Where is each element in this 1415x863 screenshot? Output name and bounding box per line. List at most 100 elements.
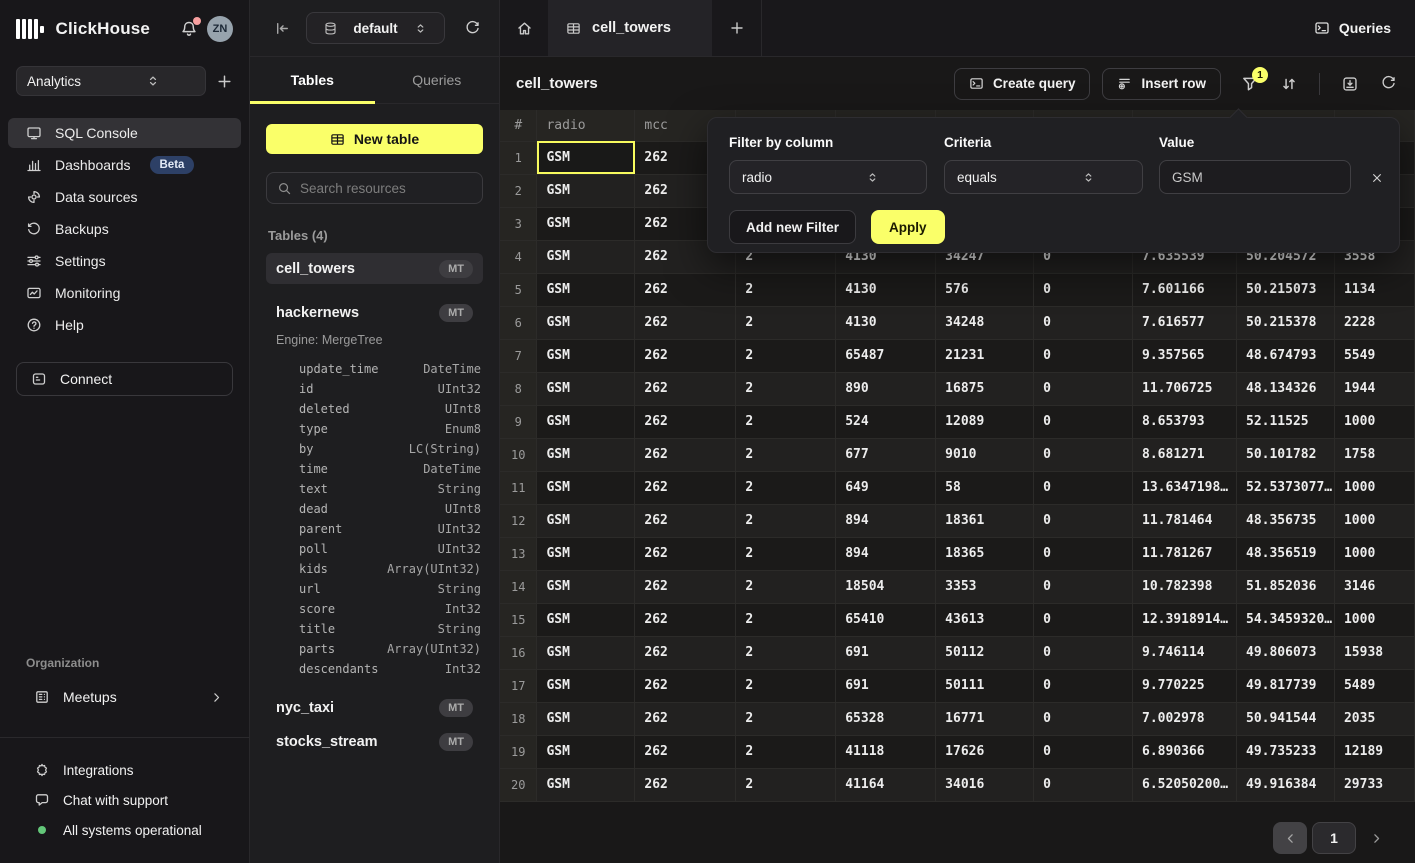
table-cell[interactable]: 9010 xyxy=(936,438,1034,471)
table-cell[interactable]: 50.215378 xyxy=(1237,306,1335,339)
prev-page-button[interactable] xyxy=(1273,822,1307,854)
table-cell[interactable]: 262 xyxy=(635,471,736,504)
table-cell[interactable]: 2 xyxy=(736,702,836,735)
table-cell[interactable]: 7.616577 xyxy=(1133,306,1237,339)
table-cell[interactable]: 65328 xyxy=(836,702,936,735)
table-cell[interactable]: 0 xyxy=(1034,273,1133,306)
table-cell[interactable]: 0 xyxy=(1034,438,1133,471)
table-cell[interactable]: 0 xyxy=(1034,603,1133,636)
database-selector[interactable]: default xyxy=(306,12,445,44)
table-cell[interactable]: 9.357565 xyxy=(1133,339,1237,372)
selected-cell[interactable]: GSM xyxy=(537,141,635,174)
table-cell[interactable]: 2035 xyxy=(1334,702,1414,735)
notifications-bell-icon[interactable] xyxy=(180,20,198,38)
table-cell[interactable]: 0 xyxy=(1034,702,1133,735)
table-cell[interactable]: 2 xyxy=(736,372,836,405)
sidebar-item-meetups[interactable]: Meetups xyxy=(16,682,233,712)
table-cell[interactable]: 13.6347198… xyxy=(1133,471,1237,504)
table-cell[interactable]: GSM xyxy=(537,768,635,801)
user-avatar[interactable]: ZN xyxy=(207,16,233,42)
table-cell[interactable]: 262 xyxy=(635,570,736,603)
table-cell[interactable]: GSM xyxy=(537,636,635,669)
table-cell[interactable]: 262 xyxy=(635,735,736,768)
tab-cell-towers[interactable]: cell_towers xyxy=(548,0,712,56)
table-cell[interactable]: 52.11525 xyxy=(1237,405,1335,438)
table-cell[interactable]: 0 xyxy=(1034,471,1133,504)
table-cell[interactable]: 49.817739 xyxy=(1237,669,1335,702)
table-item-cell-towers[interactable]: cell_towers MT xyxy=(266,253,483,284)
table-cell[interactable]: 1000 xyxy=(1334,405,1414,438)
table-cell[interactable]: 262 xyxy=(635,438,736,471)
table-cell[interactable]: 262 xyxy=(635,405,736,438)
table-cell[interactable]: 0 xyxy=(1034,636,1133,669)
table-cell[interactable]: 1000 xyxy=(1334,603,1414,636)
table-cell[interactable]: GSM xyxy=(537,240,635,273)
table-cell[interactable]: 18504 xyxy=(836,570,936,603)
next-page-button[interactable] xyxy=(1361,822,1391,854)
table-cell[interactable]: 48.356735 xyxy=(1237,504,1335,537)
table-cell[interactable]: 29733 xyxy=(1334,768,1414,801)
table-cell[interactable]: 2 xyxy=(736,603,836,636)
table-cell[interactable]: 2 xyxy=(736,471,836,504)
sidebar-item-dashboards[interactable]: DashboardsBeta xyxy=(8,150,241,180)
sort-icon[interactable] xyxy=(1280,75,1298,93)
table-cell[interactable]: 7.002978 xyxy=(1133,702,1237,735)
filter-value-input[interactable] xyxy=(1159,160,1351,194)
table-cell[interactable]: 54.3459320… xyxy=(1237,603,1335,636)
table-cell[interactable]: 576 xyxy=(936,273,1034,306)
table-cell[interactable]: 1000 xyxy=(1334,537,1414,570)
table-cell[interactable]: 10.782398 xyxy=(1133,570,1237,603)
tab-tables[interactable]: Tables xyxy=(250,57,375,103)
table-cell[interactable]: GSM xyxy=(537,504,635,537)
table-cell[interactable]: 1944 xyxy=(1334,372,1414,405)
table-cell[interactable]: 691 xyxy=(836,669,936,702)
table-cell[interactable]: 3353 xyxy=(936,570,1034,603)
close-icon[interactable] xyxy=(1366,167,1388,189)
table-cell[interactable]: 2 xyxy=(736,273,836,306)
table-cell[interactable]: 52.5373077… xyxy=(1237,471,1335,504)
table-cell[interactable]: GSM xyxy=(537,471,635,504)
table-cell[interactable]: GSM xyxy=(537,372,635,405)
sidebar-item-chat-support[interactable]: Chat with support xyxy=(16,788,233,812)
table-cell[interactable]: 894 xyxy=(836,537,936,570)
table-cell[interactable]: 34248 xyxy=(936,306,1034,339)
table-cell[interactable]: 9.746114 xyxy=(1133,636,1237,669)
table-cell[interactable]: 262 xyxy=(635,306,736,339)
table-cell[interactable]: 21231 xyxy=(936,339,1034,372)
table-cell[interactable]: 894 xyxy=(836,504,936,537)
connect-button[interactable]: Connect xyxy=(16,362,233,396)
table-cell[interactable]: 41118 xyxy=(836,735,936,768)
table-cell[interactable]: 49.916384 xyxy=(1237,768,1335,801)
table-cell[interactable]: 6.890366 xyxy=(1133,735,1237,768)
table-cell[interactable]: 0 xyxy=(1034,570,1133,603)
table-cell[interactable]: 7.601166 xyxy=(1133,273,1237,306)
table-cell[interactable]: 1134 xyxy=(1334,273,1414,306)
table-item-hackernews[interactable]: hackernews MT xyxy=(266,297,483,328)
home-icon[interactable] xyxy=(500,0,548,56)
refresh-icon[interactable] xyxy=(1380,75,1397,92)
table-cell[interactable]: 4130 xyxy=(836,306,936,339)
table-cell[interactable]: 34016 xyxy=(936,768,1034,801)
table-cell[interactable]: GSM xyxy=(537,339,635,372)
download-icon[interactable] xyxy=(1341,75,1359,93)
refresh-database-icon[interactable] xyxy=(464,20,481,37)
table-cell[interactable]: 0 xyxy=(1034,768,1133,801)
table-cell[interactable]: 262 xyxy=(635,504,736,537)
table-cell[interactable]: GSM xyxy=(537,405,635,438)
table-cell[interactable]: 0 xyxy=(1034,339,1133,372)
table-cell[interactable]: 16875 xyxy=(936,372,1034,405)
table-cell[interactable]: 1000 xyxy=(1334,504,1414,537)
table-cell[interactable]: 1758 xyxy=(1334,438,1414,471)
column-header[interactable]: radio xyxy=(537,110,635,141)
table-cell[interactable]: GSM xyxy=(537,603,635,636)
table-cell[interactable]: 8.653793 xyxy=(1133,405,1237,438)
table-cell[interactable]: 2 xyxy=(736,405,836,438)
table-cell[interactable]: 65410 xyxy=(836,603,936,636)
add-new-filter-button[interactable]: Add new Filter xyxy=(729,210,856,244)
table-cell[interactable]: 2 xyxy=(736,570,836,603)
table-cell[interactable]: 12.3918914… xyxy=(1133,603,1237,636)
add-workspace-button[interactable] xyxy=(216,73,233,90)
table-cell[interactable]: 2 xyxy=(736,768,836,801)
table-cell[interactable]: 48.674793 xyxy=(1237,339,1335,372)
table-cell[interactable]: 4130 xyxy=(836,273,936,306)
